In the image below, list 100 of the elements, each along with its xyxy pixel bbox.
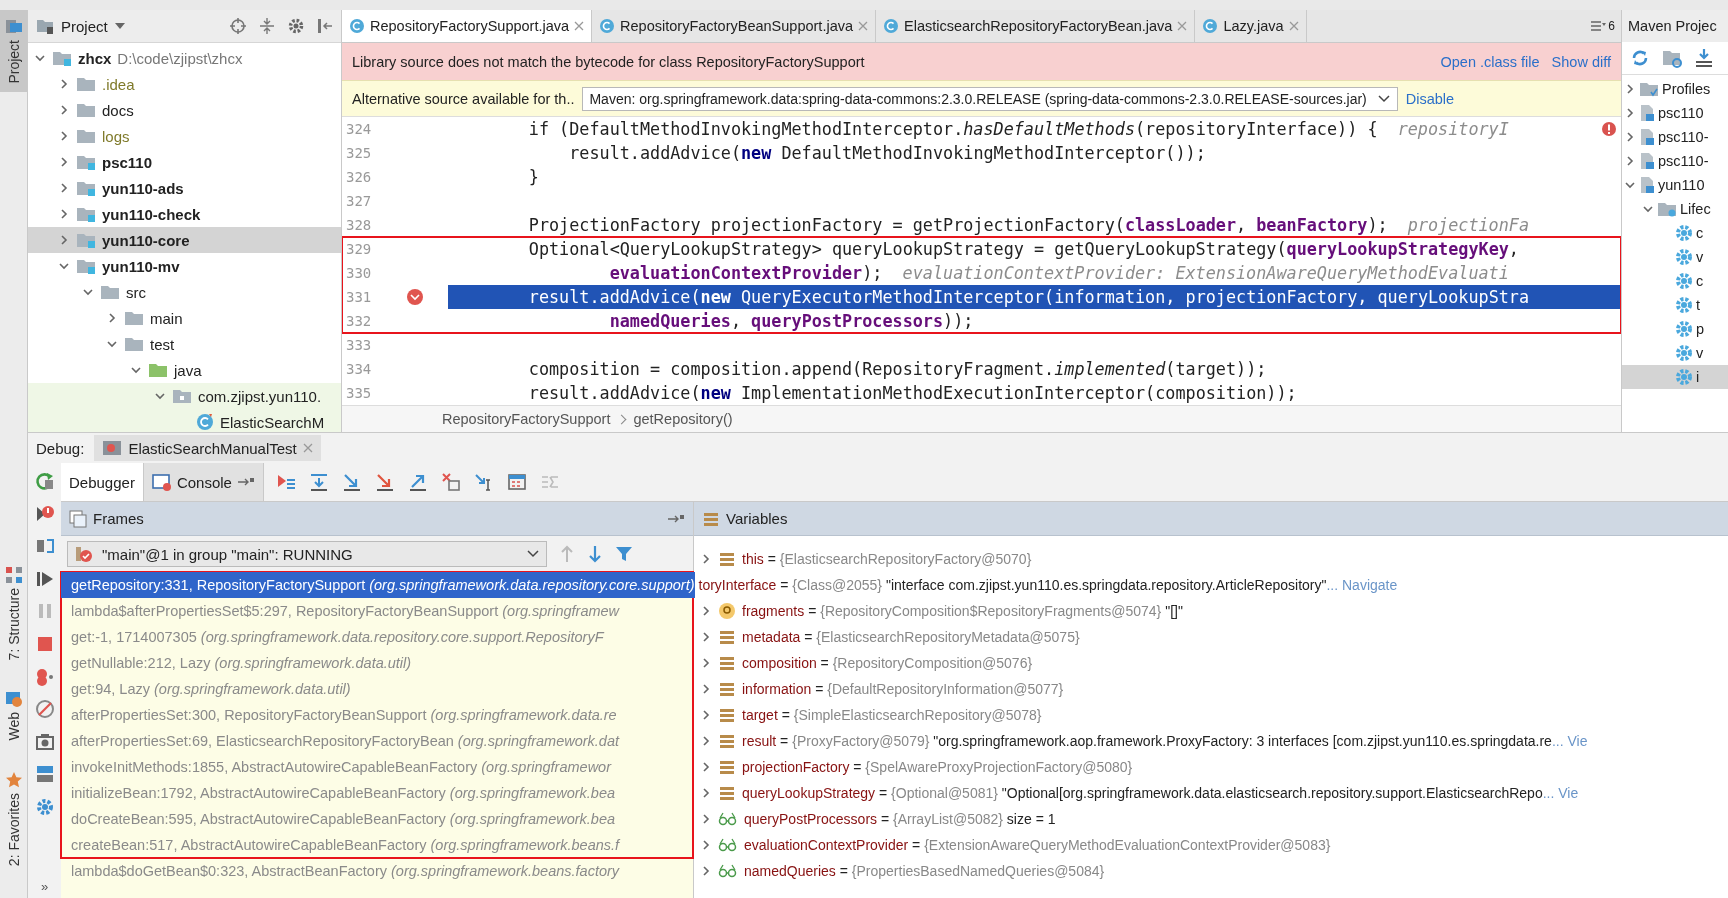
tree-item[interactable]: v [1622,341,1728,365]
tool-window-tab[interactable]: Project [0,10,27,92]
expand-chevron-icon[interactable] [58,104,70,116]
tree-item[interactable]: docs [28,97,341,123]
tree-item[interactable]: psc110- [1622,125,1728,149]
execution-point-icon[interactable] [275,472,296,492]
tree-item[interactable]: main [28,305,341,331]
tree-item[interactable]: p [1622,317,1728,341]
rerun-icon[interactable] [34,471,55,491]
tree-item[interactable]: i [1622,365,1728,389]
expand-chevron-icon[interactable] [106,312,118,324]
debug-tab[interactable]: Console [143,463,264,501]
expand-chevron-icon[interactable] [58,208,70,220]
hide-panel-icon[interactable] [317,17,333,35]
banner-link[interactable]: Open .class file [1440,53,1540,70]
tool-window-tab[interactable]: Web [0,682,27,749]
file-tab[interactable]: RepositoryFactoryBeanSupport.java [592,10,876,42]
more-button[interactable]: » [40,879,49,898]
expand-chevron-icon[interactable] [1624,131,1636,143]
tab-list-button[interactable]: 6 [1584,10,1621,42]
debug-tab[interactable]: Debugger [61,463,144,501]
tree-item[interactable]: yun110-mv [28,253,341,279]
expand-chevron-icon[interactable] [1624,107,1636,119]
tree-item[interactable]: Lifec [1622,197,1728,221]
tree-item[interactable]: com.zjipst.yun110. [28,383,341,409]
folder-refresh-icon[interactable] [1662,48,1682,68]
tree-item[interactable]: c [1622,221,1728,245]
expand-chevron-icon[interactable] [700,657,712,669]
step-into-icon[interactable] [341,472,362,492]
expand-chevron-icon[interactable] [700,683,712,695]
tree-item[interactable]: psc110- [1622,149,1728,173]
expand-chevron-icon[interactable] [700,631,712,643]
tree-item[interactable]: psc110 [28,149,341,175]
tree-item[interactable]: v [1622,245,1728,269]
tree-item[interactable]: psc110 [1622,101,1728,125]
expand-chevron-icon[interactable] [700,735,712,747]
expand-chevron-icon[interactable] [700,813,712,825]
tree-item[interactable]: yun110-check [28,201,341,227]
mute-icon[interactable] [34,699,55,720]
settings-icon[interactable] [287,17,305,35]
force-step-into-icon[interactable] [374,472,395,492]
stack-frame[interactable]: getRepository:331, RepositoryFactorySupport (org.springframework.data.repository.core.support) [61,572,695,598]
filter-icon[interactable] [615,545,633,563]
tree-item[interactable]: yun110-core [28,227,341,253]
tree-item[interactable]: logs [28,123,341,149]
collapse-chevron-icon[interactable] [82,286,94,298]
collapse-chevron-icon[interactable] [106,338,118,350]
source-dropdown[interactable]: Maven: org.springframework.data:spring-data-commons:2.3.0.RELEASE (spring-data-commons-2.3.0.RELEASE-sources.jar) [582,86,1398,111]
close-icon[interactable] [574,21,585,31]
tree-item[interactable]: c [1622,269,1728,293]
tool-window-tab[interactable]: 2: Favorites [0,762,27,874]
drop-frame-icon[interactable] [440,472,461,492]
expand-chevron-icon[interactable] [58,234,70,246]
file-tab[interactable]: RepositoryFactorySupport.java [342,10,593,42]
file-tab[interactable]: Lazy.java [1195,10,1307,42]
refresh-icon[interactable] [1630,48,1650,68]
expand-chevron-icon[interactable] [58,182,70,194]
expand-chevron-icon[interactable] [700,865,712,877]
tree-item[interactable]: yun110 [1622,173,1728,197]
collapse-chevron-icon[interactable] [34,52,46,64]
thread-dropdown[interactable]: "main"@1 in group "main": RUNNING [67,541,547,567]
collapse-chevron-icon[interactable] [154,390,166,402]
collapse-chevron-icon[interactable] [1642,203,1654,215]
download-icon[interactable] [1694,48,1714,68]
expand-chevron-icon[interactable] [700,839,712,851]
collapse-chevron-icon[interactable] [130,364,142,376]
tree-item[interactable]: Profiles [1622,77,1728,101]
pin-icon[interactable] [667,512,685,525]
tree-item[interactable]: zhcx D:\code\zjipst\zhcx [28,45,341,71]
step-over-icon[interactable] [308,472,329,492]
collapse-chevron-icon[interactable] [1624,179,1636,191]
expand-chevron-icon[interactable] [58,156,70,168]
tree-item[interactable]: t [1622,293,1728,317]
expand-chevron-icon[interactable] [700,605,712,617]
disable-link[interactable]: Disable [1405,90,1455,107]
session-tab[interactable]: ElasticSearchManualTest [94,435,321,461]
tree-item[interactable]: java [28,357,341,383]
locate-icon[interactable] [229,17,247,35]
tree-item[interactable]: test [28,331,341,357]
expand-chevron-icon[interactable] [1624,83,1636,95]
layout-icon[interactable] [34,764,55,785]
banner-link[interactable]: Show diff [1551,53,1611,70]
breadcrumb-item[interactable]: RepositoryFactorySupport [442,411,611,427]
camera-icon[interactable] [34,731,55,752]
tree-item[interactable]: src [28,279,341,305]
down-arrow-icon[interactable] [587,545,603,563]
breakpoints-icon[interactable] [34,666,55,687]
expand-chevron-icon[interactable] [58,130,70,142]
tree-item[interactable]: .idea [28,71,341,97]
expand-chevron-icon[interactable] [700,761,712,773]
tree-item[interactable]: yun110-ads [28,175,341,201]
expand-chevron-icon[interactable] [700,709,712,721]
evaluate-icon[interactable] [506,472,527,492]
file-tab[interactable]: ElasticsearchRepositoryFactoryBean.java [876,10,1196,42]
breakpoint-icon[interactable] [406,288,424,306]
tool-window-tab[interactable]: 7: Structure [0,557,27,669]
breadcrumb-item[interactable]: getRepository() [633,411,733,427]
collapse-chevron-icon[interactable] [58,260,70,272]
collapse-all-icon[interactable] [259,17,275,35]
expand-chevron-icon[interactable] [58,78,70,90]
